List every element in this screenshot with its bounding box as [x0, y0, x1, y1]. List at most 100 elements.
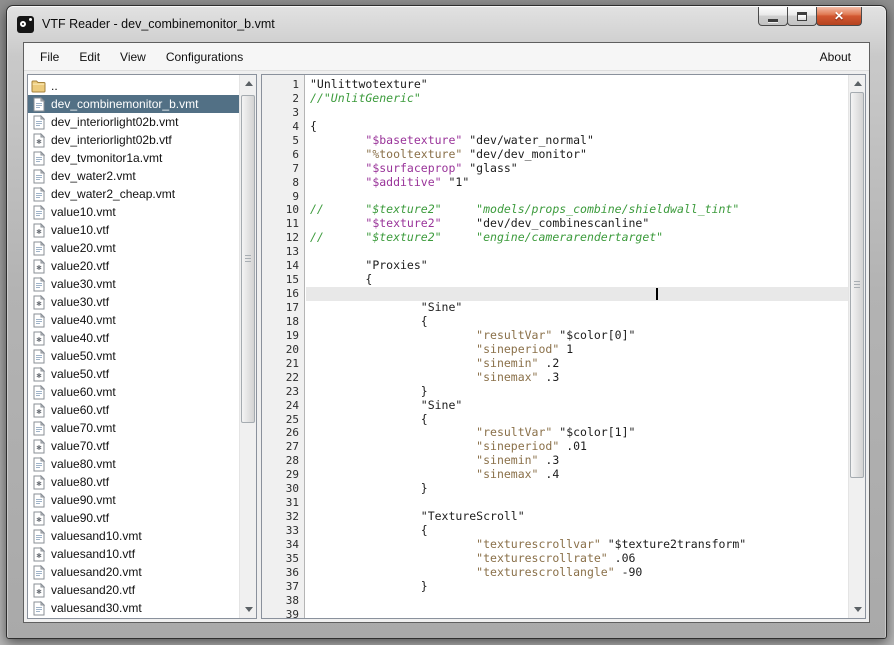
code-line: }	[306, 482, 848, 496]
file-list-item[interactable]: value80.vtf	[28, 473, 239, 491]
vtf-reader-window: VTF Reader - dev_combinemonitor_b.vmt ✕ …	[6, 5, 887, 639]
file-name: dev_interiorlight02b.vtf	[51, 133, 172, 147]
file-name: dev_tvmonitor1a.vmt	[51, 151, 162, 165]
file-list-item[interactable]: value20.vtf	[28, 257, 239, 275]
code-line	[306, 608, 848, 618]
scroll-up-button[interactable]	[849, 75, 866, 92]
line-number: 27	[262, 440, 304, 454]
file-list-item[interactable]: value40.vtf	[28, 329, 239, 347]
file-list-item[interactable]: value70.vmt	[28, 419, 239, 437]
code-line: //"UnlitGeneric"	[306, 92, 848, 106]
file-list-item[interactable]: valuesand20.vtf	[28, 581, 239, 599]
file-list-scroll-thumb[interactable]	[241, 95, 255, 423]
scroll-down-button[interactable]	[849, 601, 866, 618]
file-list-item[interactable]: value70.vtf	[28, 437, 239, 455]
file-name: value50.vmt	[51, 349, 116, 363]
maximize-button[interactable]	[787, 7, 817, 26]
menu-item-configurations[interactable]: Configurations	[156, 44, 253, 70]
file-name: value20.vmt	[51, 241, 116, 255]
file-list-item[interactable]: value40.vmt	[28, 311, 239, 329]
scroll-down-button[interactable]	[240, 601, 257, 618]
file-list-item[interactable]: value90.vtf	[28, 509, 239, 527]
vmt-file-icon	[31, 385, 46, 400]
vtf-file-icon	[31, 511, 46, 526]
code-editor[interactable]: 1234567891011121314151617181920212223242…	[261, 74, 866, 619]
line-number: 7	[262, 162, 304, 176]
menu-item-about[interactable]: About	[812, 44, 859, 70]
file-list-item[interactable]: value20.vmt	[28, 239, 239, 257]
vtf-file-icon	[31, 547, 46, 562]
menu-bar: FileEditViewConfigurations About	[24, 43, 869, 70]
content-area: ..dev_combinemonitor_b.vmtdev_interiorli…	[24, 70, 869, 622]
file-name: valuesand10.vtf	[51, 547, 135, 561]
file-name: value90.vmt	[51, 493, 116, 507]
desktop: VTF Reader - dev_combinemonitor_b.vmt ✕ …	[0, 0, 894, 645]
code-line: {	[306, 273, 848, 287]
vtf-file-icon	[31, 583, 46, 598]
file-list-item[interactable]: value30.vtf	[28, 293, 239, 311]
editor-scroll-thumb[interactable]	[850, 92, 864, 478]
close-button[interactable]: ✕	[816, 7, 862, 26]
menu-item-edit[interactable]: Edit	[69, 44, 110, 70]
code-line: "sinemin" .3	[306, 454, 848, 468]
file-list-item[interactable]: value30.vmt	[28, 275, 239, 293]
file-name: dev_water2.vmt	[51, 169, 136, 183]
file-name: value30.vtf	[51, 295, 109, 309]
file-list-scrollbar[interactable]	[239, 75, 256, 618]
code-line: {	[306, 524, 848, 538]
file-list-item[interactable]: value80.vmt	[28, 455, 239, 473]
code-line: "sinemax" .3	[306, 371, 848, 385]
file-list-item[interactable]: value90.vmt	[28, 491, 239, 509]
vmt-file-icon	[31, 565, 46, 580]
line-number: 14	[262, 259, 304, 273]
file-list-item[interactable]: dev_interiorlight02b.vmt	[28, 113, 239, 131]
code-line: "%tooltexture" "dev/dev_monitor"	[306, 148, 848, 162]
line-number: 20	[262, 343, 304, 357]
vmt-file-icon	[31, 349, 46, 364]
line-number: 16	[262, 287, 304, 301]
line-number: 34	[262, 538, 304, 552]
file-list-item[interactable]: dev_interiorlight02b.vtf	[28, 131, 239, 149]
file-list-item[interactable]: value50.vtf	[28, 365, 239, 383]
file-list-item[interactable]: value60.vmt	[28, 383, 239, 401]
code-line: "$basetexture" "dev/water_normal"	[306, 134, 848, 148]
scroll-up-button[interactable]	[240, 75, 257, 92]
vtf-file-icon	[31, 331, 46, 346]
code-area[interactable]: "Unlittwotexture"//"UnlitGeneric"{ "$bas…	[306, 75, 848, 618]
file-name: value70.vmt	[51, 421, 116, 435]
file-name: valuesand20.vtf	[51, 583, 135, 597]
editor-scrollbar[interactable]	[848, 75, 865, 618]
file-list-item[interactable]: valuesand30.vtf	[28, 617, 239, 618]
file-list-item[interactable]: dev_tvmonitor1a.vmt	[28, 149, 239, 167]
menu-item-view[interactable]: View	[110, 44, 156, 70]
file-name: dev_water2_cheap.vmt	[51, 187, 175, 201]
minimize-button[interactable]	[758, 7, 788, 26]
file-name: value60.vmt	[51, 385, 116, 399]
line-number: 39	[262, 608, 304, 618]
vmt-file-icon	[31, 601, 46, 616]
title-bar[interactable]: VTF Reader - dev_combinemonitor_b.vmt	[7, 6, 886, 42]
file-name: value10.vmt	[51, 205, 116, 219]
file-list-item[interactable]: valuesand30.vmt	[28, 599, 239, 617]
vmt-file-icon	[31, 421, 46, 436]
file-list-item[interactable]: value60.vtf	[28, 401, 239, 419]
file-list-item[interactable]: value10.vmt	[28, 203, 239, 221]
file-list-item[interactable]: value50.vmt	[28, 347, 239, 365]
file-list-item[interactable]: valuesand10.vtf	[28, 545, 239, 563]
code-line: "resultVar" "$color[0]"	[306, 329, 848, 343]
file-name: ..	[51, 79, 58, 93]
file-list-item[interactable]: valuesand10.vmt	[28, 527, 239, 545]
file-list-item[interactable]: valuesand20.vmt	[28, 563, 239, 581]
line-number: 26	[262, 426, 304, 440]
vtf-file-icon	[31, 223, 46, 238]
file-name: valuesand30.vmt	[51, 601, 142, 615]
file-list-item[interactable]: dev_water2_cheap.vmt	[28, 185, 239, 203]
line-number: 33	[262, 524, 304, 538]
file-list-item[interactable]: value10.vtf	[28, 221, 239, 239]
file-list-item[interactable]: dev_water2.vmt	[28, 167, 239, 185]
menu-item-file[interactable]: File	[30, 44, 69, 70]
line-number: 21	[262, 357, 304, 371]
code-line: "TextureScroll"	[306, 510, 848, 524]
file-list-item[interactable]: dev_combinemonitor_b.vmt	[28, 95, 239, 113]
file-list-item-parent-dir[interactable]: ..	[28, 77, 239, 95]
